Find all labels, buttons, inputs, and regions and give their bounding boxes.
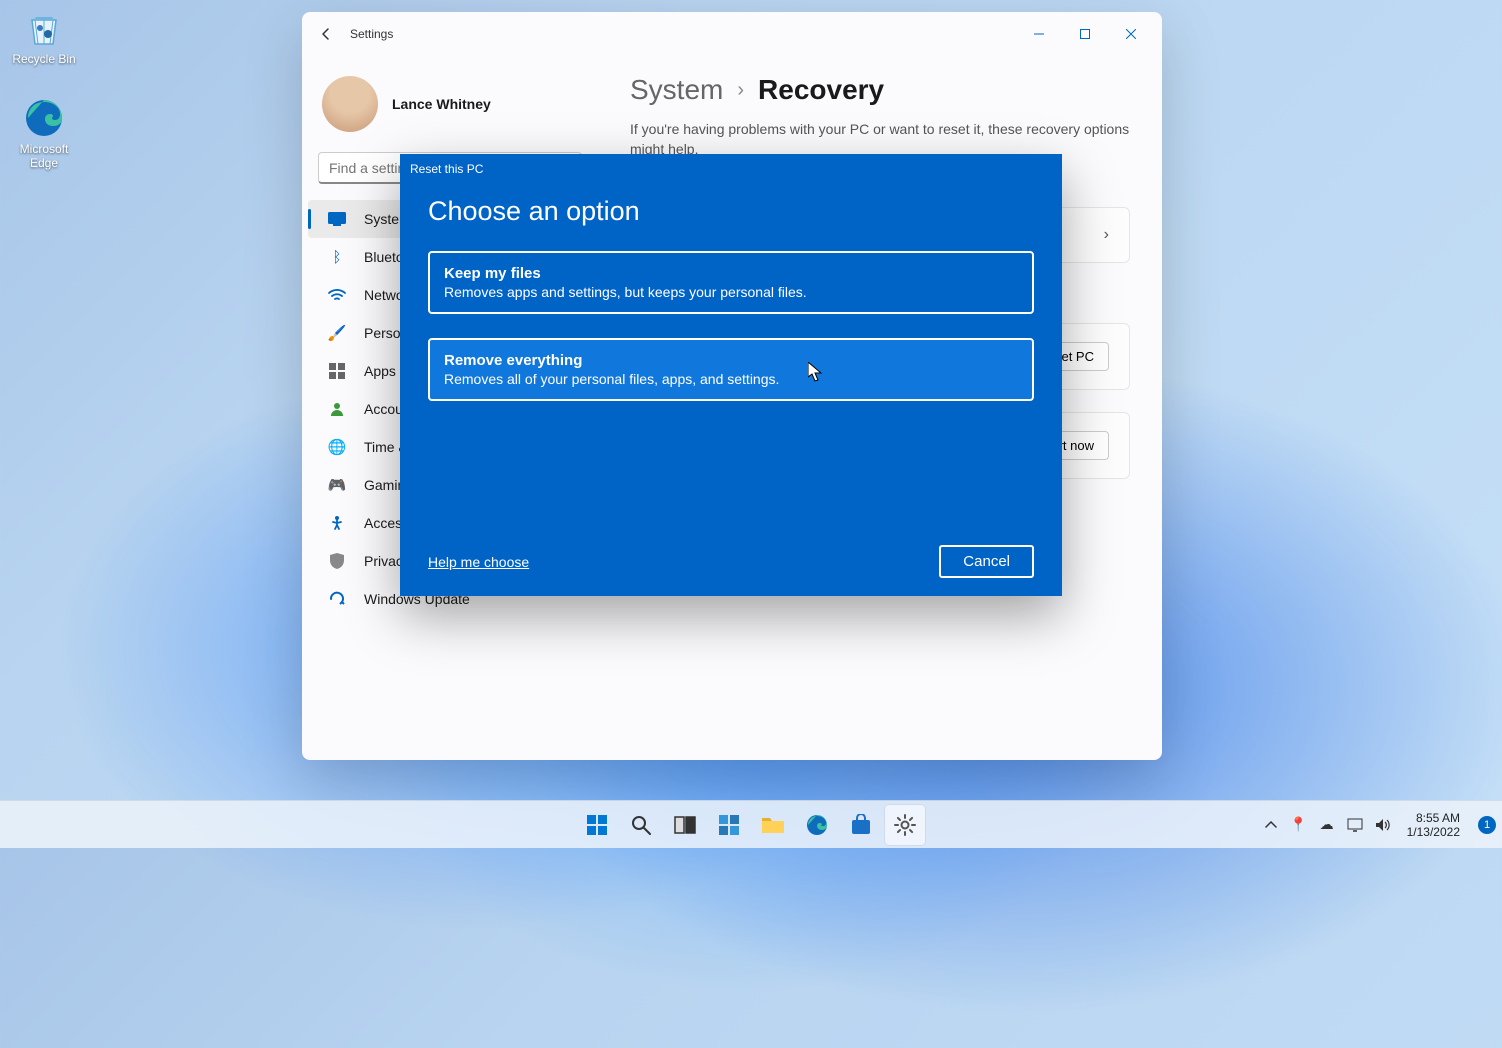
store-button[interactable]: [841, 805, 881, 845]
network-icon: [1347, 818, 1363, 832]
minimize-icon: [1034, 29, 1044, 39]
breadcrumb: System › Recovery: [630, 74, 1130, 106]
window-minimize-button[interactable]: [1016, 19, 1062, 49]
update-icon: [328, 590, 346, 608]
gamepad-icon: 🎮: [328, 476, 346, 494]
person-icon: [328, 400, 346, 418]
clock-time: 8:55 AM: [1407, 811, 1460, 825]
shield-icon: [328, 552, 346, 570]
help-me-choose-link[interactable]: Help me choose: [428, 554, 529, 570]
profile-name: Lance Whitney: [392, 96, 491, 112]
brush-icon: 🖌️: [328, 324, 346, 342]
folder-icon: [761, 815, 785, 835]
task-view-icon: [674, 816, 696, 834]
profile-block[interactable]: Lance Whitney: [302, 64, 598, 152]
window-title: Settings: [350, 27, 393, 41]
wifi-icon: [328, 286, 346, 304]
tray-onedrive-icon[interactable]: ☁: [1317, 815, 1337, 835]
back-button[interactable]: [310, 18, 342, 50]
arrow-left-icon: [318, 26, 334, 42]
breadcrumb-current: Recovery: [758, 74, 884, 106]
speaker-icon: [1375, 818, 1391, 832]
windows-logo-icon: [585, 813, 609, 837]
tray-network-icon[interactable]: [1345, 815, 1365, 835]
desktop-icon-edge[interactable]: Microsoft Edge: [6, 96, 82, 170]
apps-icon: [328, 362, 346, 380]
choice-title: Remove everything: [444, 352, 1018, 369]
avatar: [322, 76, 378, 132]
desktop-icon-recycle-bin[interactable]: Recycle Bin: [6, 6, 82, 66]
edge-taskbar-button[interactable]: [797, 805, 837, 845]
accessibility-icon: [328, 514, 346, 532]
dialog-heading: Choose an option: [428, 196, 1034, 227]
store-icon: [850, 814, 872, 836]
close-icon: [1126, 29, 1136, 39]
tray-location-icon[interactable]: 📍: [1289, 815, 1309, 835]
desktop-icon-label: Microsoft Edge: [6, 142, 82, 170]
chevron-up-icon: [1265, 821, 1277, 829]
window-close-button[interactable]: [1108, 19, 1154, 49]
taskbar: 📍 ☁ 8:55 AM 1/13/2022 1: [0, 800, 1502, 848]
tray-volume-icon[interactable]: [1373, 815, 1393, 835]
system-icon: [328, 210, 346, 228]
maximize-icon: [1080, 29, 1090, 39]
search-icon: [630, 814, 652, 836]
file-explorer-button[interactable]: [753, 805, 793, 845]
cancel-button[interactable]: Cancel: [939, 545, 1034, 578]
breadcrumb-parent[interactable]: System: [630, 74, 723, 106]
choice-remove-everything[interactable]: Remove everything Removes all of your pe…: [428, 338, 1034, 401]
edge-icon: [805, 813, 829, 837]
choice-keep-my-files[interactable]: Keep my files Removes apps and settings,…: [428, 251, 1034, 314]
search-button[interactable]: [621, 805, 661, 845]
clock-date: 1/13/2022: [1407, 825, 1460, 839]
globe-icon: 🌐: [328, 438, 346, 456]
settings-taskbar-button[interactable]: [885, 805, 925, 845]
nav-label: Apps: [364, 363, 396, 379]
recycle-bin-icon: [22, 6, 66, 50]
desktop-icon-label: Recycle Bin: [6, 52, 82, 66]
choice-desc: Removes all of your personal files, apps…: [444, 371, 1018, 387]
bluetooth-icon: ᛒ: [328, 248, 346, 266]
choice-desc: Removes apps and settings, but keeps you…: [444, 284, 1018, 300]
reset-pc-dialog: Reset this PC Choose an option Keep my f…: [400, 154, 1062, 596]
widgets-icon: [717, 813, 741, 837]
taskbar-clock[interactable]: 8:55 AM 1/13/2022: [1401, 811, 1466, 839]
dialog-title: Reset this PC: [400, 154, 1062, 176]
chevron-right-icon: ›: [737, 79, 744, 102]
task-view-button[interactable]: [665, 805, 705, 845]
window-maximize-button[interactable]: [1062, 19, 1108, 49]
widgets-button[interactable]: [709, 805, 749, 845]
tray-overflow-button[interactable]: [1261, 815, 1281, 835]
start-button[interactable]: [577, 805, 617, 845]
gear-icon: [893, 813, 917, 837]
chevron-right-icon: ›: [1104, 226, 1109, 244]
choice-title: Keep my files: [444, 265, 1018, 282]
edge-icon: [22, 96, 66, 140]
system-tray: 📍 ☁ 8:55 AM 1/13/2022 1: [1261, 811, 1502, 839]
titlebar: Settings: [302, 12, 1162, 56]
notification-badge[interactable]: 1: [1478, 816, 1496, 834]
